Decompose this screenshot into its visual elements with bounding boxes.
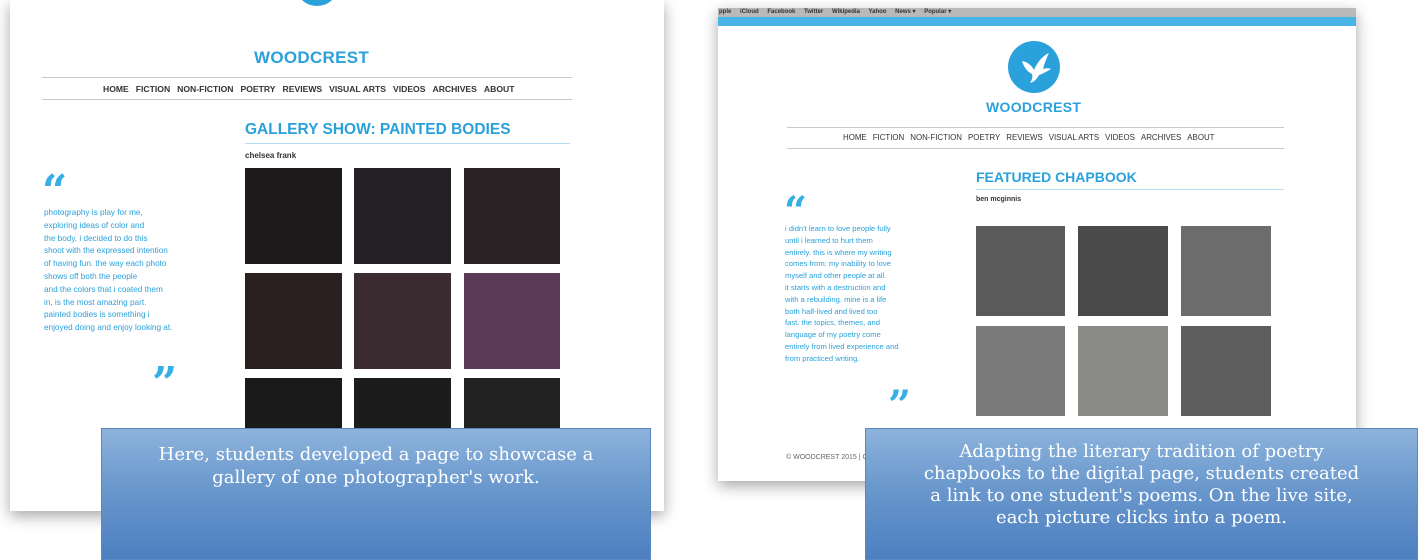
author-name: ben mcginnis xyxy=(976,196,1022,203)
nav-home[interactable]: HOME xyxy=(103,84,129,94)
poem-photo-link[interactable] xyxy=(976,226,1065,316)
page-title: FEATURED CHAPBOOK xyxy=(976,169,1137,185)
nav-top-rule xyxy=(787,127,1284,128)
close-quote-icon: ” xyxy=(152,358,178,409)
nav-fiction[interactable]: FICTION xyxy=(136,84,170,94)
statement-line: the body. i decided to do this xyxy=(44,233,148,243)
close-quote-icon: ” xyxy=(888,382,912,429)
statement-line: and the colors that i coated them xyxy=(44,284,163,294)
gallery-photo[interactable] xyxy=(464,168,560,264)
statement-line: with a rebuilding. mine is a life xyxy=(785,294,887,304)
poem-photo-link[interactable] xyxy=(1181,226,1271,316)
nav-archives[interactable]: ARCHIVES xyxy=(1141,133,1181,142)
caption-box-right: Adapting the literary tradition of poetr… xyxy=(865,428,1418,560)
caption-line: chapbooks to the digital page, students … xyxy=(923,463,1360,484)
nav-visual-arts[interactable]: VISUAL ARTS xyxy=(329,84,386,94)
bird-logo-icon[interactable] xyxy=(295,0,339,6)
statement-line: entirely from lived experience and xyxy=(785,341,899,351)
statement-line: entirely. this is where my writing xyxy=(785,247,892,257)
gallery-photo[interactable] xyxy=(354,273,451,369)
title-underline xyxy=(976,189,1284,190)
statement-line: photography is play for me, xyxy=(44,208,143,217)
site-accent-bar xyxy=(718,17,1356,26)
bookmark-apple[interactable]: pple xyxy=(719,9,731,15)
main-nav: HOME FICTION NON-FICTION POETRY REVIEWS … xyxy=(103,84,514,94)
nav-videos[interactable]: VIDEOS xyxy=(393,84,425,94)
bird-logo-icon[interactable] xyxy=(1008,41,1060,93)
page-title: GALLERY SHOW: PAINTED BODIES xyxy=(245,121,511,138)
bookmark-popular[interactable]: Popular ▾ xyxy=(924,9,951,15)
statement-line: comes from: my inability to love xyxy=(785,259,891,269)
statement-line: shows off both the people xyxy=(44,271,138,281)
nav-visual-arts[interactable]: VISUAL ARTS xyxy=(1049,133,1099,142)
nav-reviews[interactable]: REVIEWS xyxy=(283,84,323,94)
artist-statement: photography is play for me, exploring id… xyxy=(44,207,172,335)
copyright-footer: © WOODCREST 2015 | C xyxy=(786,454,868,461)
statement-line: of having fun. the way each photo xyxy=(44,259,167,269)
chapbook-page-screenshot: pple iCloud Facebook Twitter Wikipedia Y… xyxy=(718,8,1356,481)
caption-line: each picture clicks into a poem. xyxy=(996,507,1287,528)
statement-line: enjoyed doing and enjoy looking at. xyxy=(44,323,173,333)
statement-line: fast. the topics, themes, and xyxy=(785,318,880,328)
site-brand[interactable]: WOODCREST xyxy=(986,99,1081,115)
statement-line: both half-lived and lived too xyxy=(785,306,878,316)
gallery-photo[interactable] xyxy=(354,168,451,264)
caption-line: gallery of one photographer's work. xyxy=(212,467,540,488)
bookmark-twitter[interactable]: Twitter xyxy=(804,9,823,15)
site-brand[interactable]: WOODCREST xyxy=(254,48,369,68)
bookmark-wikipedia[interactable]: Wikipedia xyxy=(832,9,860,15)
nav-videos[interactable]: VIDEOS xyxy=(1105,133,1135,142)
statement-line: i didn't learn to love people fully xyxy=(785,224,891,233)
nav-poetry[interactable]: POETRY xyxy=(241,84,276,94)
statement-line: it starts with a destruction and xyxy=(785,282,886,292)
nav-top-rule xyxy=(42,77,572,78)
nav-about[interactable]: ABOUT xyxy=(484,84,515,94)
statement-line: language of my poetry come xyxy=(785,330,881,340)
bookmarks-bar: pple iCloud Facebook Twitter Wikipedia Y… xyxy=(718,8,1356,17)
caption-line: Adapting the literary tradition of poetr… xyxy=(959,441,1324,462)
bookmark-facebook[interactable]: Facebook xyxy=(767,9,795,15)
bookmark-icloud[interactable]: iCloud xyxy=(740,9,759,15)
nav-bottom-rule xyxy=(42,99,572,100)
bookmark-news[interactable]: News ▾ xyxy=(895,9,915,15)
nav-poetry[interactable]: POETRY xyxy=(968,133,1000,142)
nav-fiction[interactable]: FICTION xyxy=(873,133,905,142)
nav-reviews[interactable]: REVIEWS xyxy=(1006,133,1042,142)
gallery-photo[interactable] xyxy=(464,273,560,369)
bookmark-yahoo[interactable]: Yahoo xyxy=(868,9,886,15)
poem-photo-link[interactable] xyxy=(976,326,1065,416)
title-underline xyxy=(245,143,570,144)
poet-statement: i didn't learn to love people fully unti… xyxy=(785,223,899,365)
main-nav: HOME FICTION NON-FICTION POETRY REVIEWS … xyxy=(843,133,1214,142)
statement-line: from practiced writing. xyxy=(785,353,860,363)
poem-photo-link[interactable] xyxy=(1078,226,1168,316)
nav-non-fiction[interactable]: NON-FICTION xyxy=(177,84,233,94)
caption-box-left: Here, students developed a page to showc… xyxy=(101,428,651,560)
poem-photo-link[interactable] xyxy=(1181,326,1271,416)
gallery-photo[interactable] xyxy=(245,273,342,369)
caption-line: Here, students developed a page to showc… xyxy=(158,444,594,465)
nav-bottom-rule xyxy=(787,148,1284,149)
nav-about[interactable]: ABOUT xyxy=(1187,133,1214,142)
nav-archives[interactable]: ARCHIVES xyxy=(432,84,476,94)
caption-line: a link to one student's poems. On the li… xyxy=(930,485,1353,506)
nav-home[interactable]: HOME xyxy=(843,133,867,142)
nav-non-fiction[interactable]: NON-FICTION xyxy=(910,133,962,142)
gallery-photo[interactable] xyxy=(245,168,342,264)
statement-line: until i learned to hurt them xyxy=(785,235,873,245)
poem-photo-link[interactable] xyxy=(1078,326,1168,416)
statement-line: myself and other people at all. xyxy=(785,271,887,281)
statement-line: exploring ideas of color and xyxy=(44,220,145,230)
statement-line: painted bodies is something i xyxy=(44,310,150,320)
statement-line: in, is the most amazing part. xyxy=(44,297,147,307)
statement-line: shoot with the expressed intention xyxy=(44,246,168,256)
author-name: chelsea frank xyxy=(245,151,297,160)
